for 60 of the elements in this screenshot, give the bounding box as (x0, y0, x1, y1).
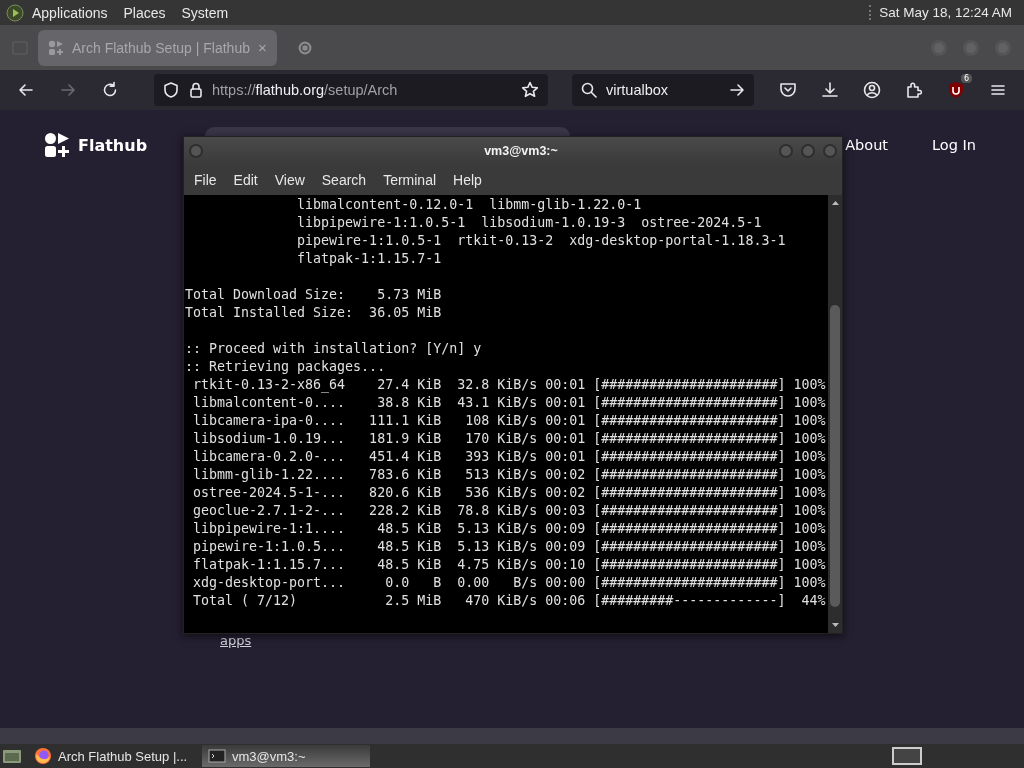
flathub-icon (48, 39, 64, 56)
terminal-line: libmalcontent-0.12.0-1 libmm-glib-1.22.0-1 (296, 196, 643, 214)
terminal-line: :: Retrieving packages... (184, 358, 387, 376)
address-bar[interactable]: https://flathub.org/setup/Arch (154, 74, 548, 106)
terminal-line: libmalcontent-0.... 38.8 KiB 43.1 KiB/s 00:01 [######################] 100% (192, 394, 827, 412)
search-icon (580, 81, 598, 99)
panel-menu[interactable]: System (173, 4, 237, 21)
terminal-line: Total Download Size: 5.73 MiB (184, 286, 443, 304)
terminal-line: xdg-desktop-port... 0.0 B 0.00 B/s 00:00 [######################] 100% (192, 574, 827, 592)
menu-item[interactable]: Edit (229, 172, 267, 188)
terminal-line: rtkit-0.13-2-x86_64 27.4 KiB 32.8 KiB/s 00:01 [######################] 100% (192, 376, 827, 394)
terminal-line: flatpak-1:1.15.7... 48.5 KiB 4.75 KiB/s 00:10 [######################] 100% (192, 556, 827, 574)
terminal-line: libcamera-ipa-0.... 111.1 KiB 108 KiB/s 00:01 [######################] 100% (192, 412, 827, 430)
terminal-line: libmm-glib-1.22.... 783.6 KiB 513 KiB/s 00:02 [######################] 100% (192, 466, 827, 484)
terminal-line: flatpak-1:1.15.7-1 (296, 250, 443, 268)
scroll-up-icon[interactable] (830, 199, 840, 207)
scroll-down-icon[interactable] (830, 621, 840, 629)
show-desktop-icon[interactable] (2, 748, 22, 764)
window-title: vm3@vm3:~ (483, 144, 559, 158)
count-badge: 6 (960, 74, 972, 83)
taskbar-button[interactable]: Arch Flathub Setup |... (28, 745, 196, 767)
firefox-icon (34, 747, 52, 765)
menu-item[interactable]: Search (317, 172, 376, 188)
search-field[interactable]: virtualbox (572, 74, 754, 106)
clock[interactable]: Sat May 18, 12:24 AM (869, 5, 1018, 20)
shield-icon (162, 81, 180, 99)
lock-icon (188, 81, 204, 99)
terminal-line: pipewire-1:1.0.5... 48.5 KiB 5.13 KiB/s 00:09 [######################] 100% (192, 538, 827, 556)
menu-item[interactable]: Help (449, 172, 491, 188)
taskbar-button[interactable]: vm3@vm3:~ (202, 745, 370, 767)
scroll-thumb[interactable] (830, 305, 840, 607)
arrow-right-icon[interactable] (728, 81, 746, 99)
flathub-logo-icon[interactable] (44, 132, 70, 158)
terminal-line: pipewire-1:1.0.5-1 rtkit-0.13-2 xdg-desktop-portal-1.18.3-1 (296, 232, 787, 250)
apps-link[interactable]: apps (220, 633, 252, 648)
terminal-icon (208, 748, 226, 764)
workspace-switcher[interactable] (892, 747, 922, 765)
panel-menu[interactable]: Places (115, 4, 174, 21)
bookmark-star-icon[interactable] (520, 80, 540, 100)
app-menu-icon[interactable] (6, 3, 24, 22)
terminal-line: geoclue-2.7.1-2-... 228.2 KiB 78.8 KiB/s 00:03 [######################] 100% (192, 502, 827, 520)
terminal-line: Total Installed Size: 36.05 MiB (184, 304, 443, 322)
spiral-icon (296, 39, 313, 56)
menu-item[interactable]: View (270, 172, 314, 188)
menu-item[interactable]: Terminal (379, 172, 446, 188)
panel-menu[interactable]: Applications (24, 4, 116, 21)
nav-link[interactable]: Log In (932, 137, 976, 153)
terminal-line: :: Proceed with installation? [Y/n] y (184, 340, 483, 358)
url-text[interactable]: https://flathub.org/setup/Arch (212, 82, 398, 98)
terminal-line: libcamera-0.2.0-... 451.4 KiB 393 KiB/s 00:01 [######################] 100% (192, 448, 827, 466)
terminal-line: libpipewire-1:1.0.5-1 libsodium-1.0.19-3 ostree-2024.5-1 (296, 214, 763, 232)
terminal-line: Total ( 7/12) 2.5 MiB 470 KiB/s 00:06 [#########-------------] 44% (192, 592, 827, 610)
terminal-line: libsodium-1.0.19... 181.9 KiB 170 KiB/s 00:01 [######################] 100% (192, 430, 827, 448)
terminal-line: ostree-2024.5-1-... 820.6 KiB 536 KiB/s 00:02 [######################] 100% (192, 484, 827, 502)
nav-link[interactable]: About (845, 137, 888, 153)
terminal-line: libpipewire-1:1.... 48.5 KiB 5.13 KiB/s 00:09 [######################] 100% (192, 520, 827, 538)
menu-item[interactable]: File (190, 172, 226, 188)
site-brand[interactable]: Flathub (78, 135, 148, 155)
site-search-field[interactable] (205, 127, 570, 136)
scrollbar[interactable] (828, 195, 842, 633)
